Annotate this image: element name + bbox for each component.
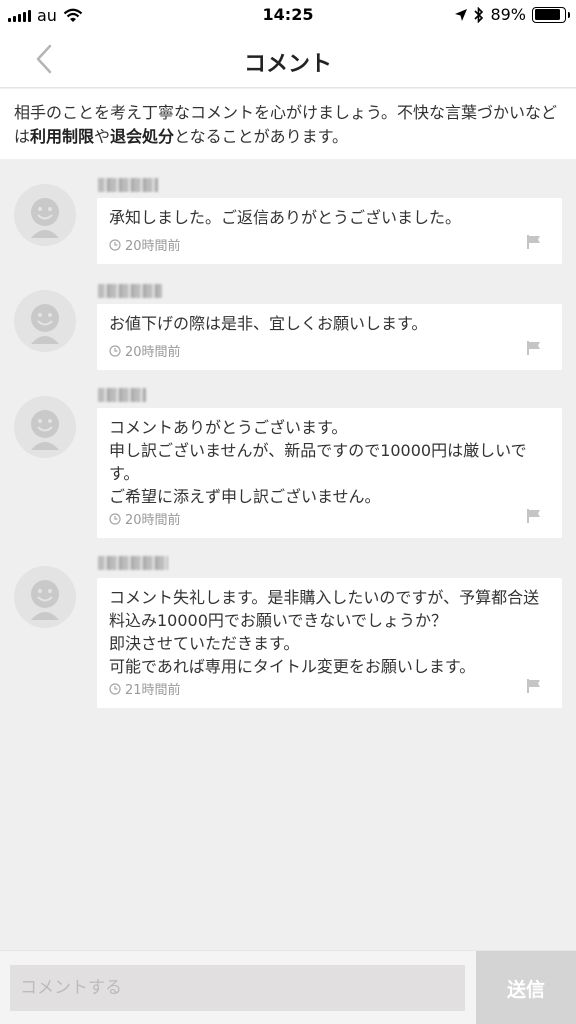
clock-icon [109, 512, 121, 525]
flag-icon[interactable] [526, 340, 542, 356]
user-avatar-icon [31, 198, 59, 238]
comment-bubble: 承知しました。ご返信ありがとうございました。 20時間前 [97, 198, 562, 264]
notice-text-3: となることがあります。 [174, 127, 348, 146]
battery-fill [534, 9, 561, 20]
avatar[interactable] [14, 566, 76, 628]
flag-icon[interactable] [526, 508, 542, 524]
user-avatar-icon [31, 410, 59, 450]
avatar[interactable] [14, 396, 76, 458]
battery-percent: 89% [490, 5, 526, 24]
comment-guideline-notice: 相手のことを考え丁寧なコメントを心がけましょう。不快な言葉づかいなどは利用制限や… [0, 89, 576, 159]
page-title: コメント [243, 52, 332, 77]
battery-icon [532, 6, 570, 23]
location-icon [455, 8, 468, 21]
clock-icon [109, 344, 121, 357]
comment-time: 20時間前 [125, 513, 181, 528]
comment-bubble: お値下げの際は是非、宜しくお願いします。 20時間前 [97, 304, 562, 370]
comment-text: 承知しました。ご返信ありがとうございました。 [109, 208, 462, 227]
send-button[interactable]: 送信 [476, 951, 576, 1024]
flag-icon[interactable] [526, 678, 542, 694]
clock-icon [109, 682, 121, 695]
comment-meta: 21時間前 [109, 679, 181, 698]
avatar[interactable] [14, 184, 76, 246]
nav-bar: コメント [0, 30, 576, 88]
flag-icon[interactable] [526, 234, 542, 250]
notice-bold-withdrawal: 退会処分 [110, 127, 175, 146]
comment-text: コメント失礼します。是非購入したいのですが、予算都合送料込み10000円でお願い… [109, 588, 540, 676]
comment-meta: 20時間前 [109, 341, 181, 360]
comment-time: 20時間前 [125, 345, 181, 360]
username-redacted[interactable] [98, 178, 158, 192]
user-avatar-icon [31, 304, 59, 344]
status-bar: au 14:25 89% [0, 0, 576, 30]
clock-icon [109, 238, 121, 251]
username-redacted[interactable] [98, 284, 162, 298]
comment-text: お値下げの際は是非、宜しくお願いします。 [109, 314, 428, 333]
username-redacted[interactable] [98, 556, 168, 570]
comment-time: 20時間前 [125, 239, 181, 254]
comment-meta: 20時間前 [109, 235, 181, 254]
comment-composer: 送信 [0, 950, 576, 1024]
username-redacted[interactable] [98, 388, 146, 402]
bluetooth-icon [474, 6, 484, 23]
avatar[interactable] [14, 290, 76, 352]
notice-text-2: や [94, 127, 111, 146]
comment-list: 承知しました。ご返信ありがとうございました。 20時間前 お値下げの際は是非、宜… [0, 160, 576, 950]
comment-bubble: コメント失礼します。是非購入したいのですが、予算都合送料込み10000円でお願い… [97, 578, 562, 708]
comment-text: コメントありがとうございます。 申し訳ございませんが、新品ですので10000円は… [109, 418, 527, 506]
comment-meta: 20時間前 [109, 509, 181, 528]
comment-input[interactable] [10, 965, 465, 1011]
comment-time: 21時間前 [125, 683, 181, 698]
comment-bubble: コメントありがとうございます。 申し訳ございませんが、新品ですので10000円は… [97, 408, 562, 538]
user-avatar-icon [31, 580, 59, 620]
notice-bold-usage-restriction: 利用制限 [30, 127, 95, 146]
